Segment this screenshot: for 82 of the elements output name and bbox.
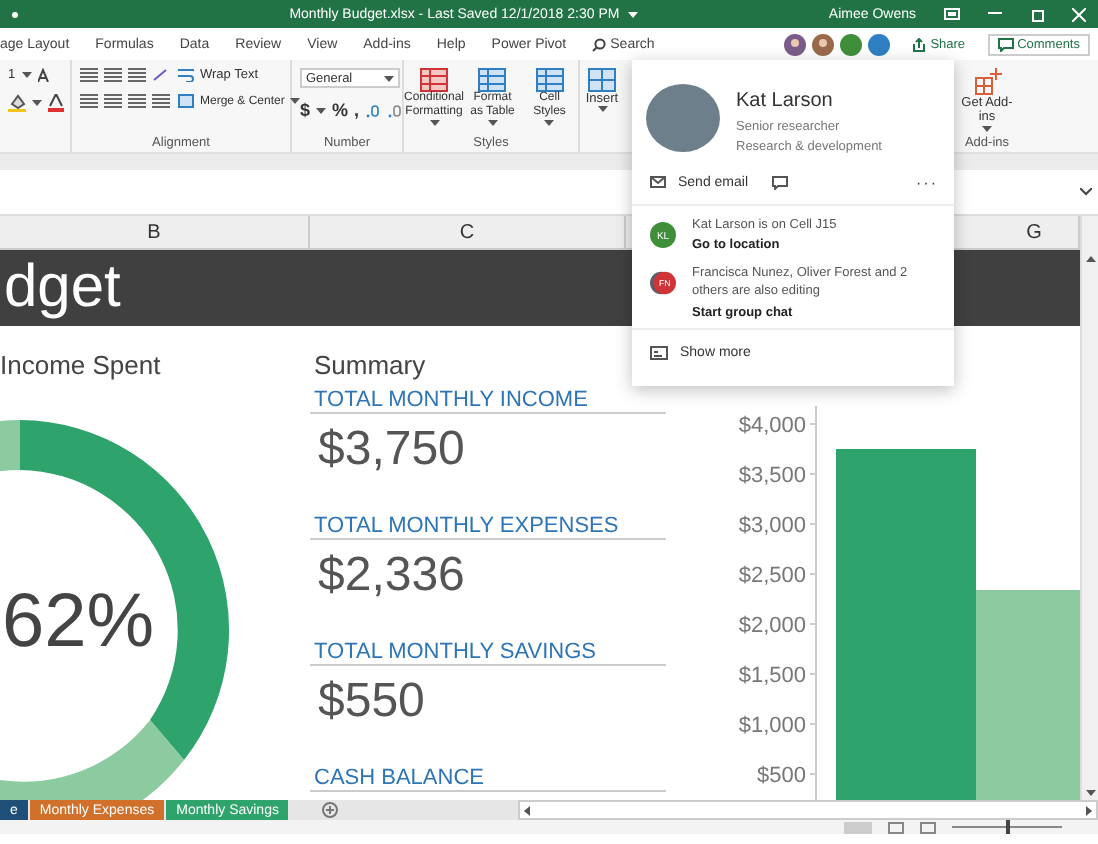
wrap-text-icon [178, 68, 194, 82]
avatar-icon[interactable] [784, 33, 807, 55]
summary-label: CASH BALANCE [310, 766, 666, 792]
chat-icon[interactable] [772, 175, 789, 189]
horizontal-scrollbar[interactable] [518, 800, 1098, 820]
fill-color-icon[interactable] [8, 94, 26, 112]
caret-icon [290, 98, 301, 104]
percent-button[interactable]: % [332, 100, 349, 120]
axis-tick-label: $4,000 [738, 414, 806, 438]
axis-tick-label: $1,500 [738, 664, 806, 688]
caret-icon [32, 100, 42, 106]
conditional-formatting-icon [420, 68, 448, 92]
caret-icon [627, 11, 638, 17]
close-icon[interactable] [1072, 7, 1086, 21]
caret-icon [1085, 790, 1095, 796]
minimize-icon[interactable] [988, 12, 1002, 16]
section-title: Income Spent [0, 350, 161, 380]
axis-tick-label: $1,000 [738, 714, 806, 738]
summary-value: $550 [316, 672, 427, 732]
share-icon [912, 37, 927, 51]
grow-font-icon[interactable] [37, 68, 52, 82]
axis-tick-label: $2,500 [738, 564, 806, 588]
scroll-left-icon[interactable] [524, 805, 530, 815]
insert-icon [588, 68, 616, 92]
scroll-right-icon[interactable] [1086, 805, 1092, 815]
cell-styles-icon [535, 68, 564, 92]
mail-icon [650, 176, 666, 188]
summary-label: TOTAL MONTHLY INCOME [310, 388, 666, 414]
avatar-icon[interactable] [840, 33, 863, 55]
more-button[interactable]: ··· [916, 173, 938, 191]
caret-icon [384, 75, 394, 81]
caret-icon [429, 119, 439, 126]
caret-icon [21, 72, 32, 78]
dot-icon [12, 11, 18, 17]
avatar-icon[interactable] [812, 33, 835, 55]
contact-name: Kat Larson [736, 90, 835, 112]
align-center-icon[interactable] [104, 94, 122, 108]
align-right-icon[interactable] [128, 94, 146, 108]
summary-value: $3,750 [316, 420, 467, 480]
table-icon [478, 68, 507, 92]
contact-card-icon [650, 345, 668, 360]
caret-icon [316, 107, 327, 113]
indent-icon[interactable] [152, 94, 170, 108]
caret-icon [544, 119, 555, 126]
section-title: Summary [314, 350, 426, 380]
axis-tick-label: $500 [757, 764, 806, 788]
column-header[interactable]: B [0, 216, 310, 248]
add-sheet-icon[interactable] [322, 802, 339, 818]
align-left-icon[interactable] [80, 94, 98, 108]
summary-label: TOTAL MONTHLY EXPENSES [310, 514, 666, 540]
restore-icon[interactable] [1030, 7, 1044, 21]
axis-tick-label: $2,000 [738, 614, 806, 638]
scroll-up-icon[interactable] [1085, 256, 1095, 262]
caret-icon [982, 125, 992, 132]
caret-icon [487, 119, 498, 126]
page-layout-icon[interactable] [888, 821, 904, 833]
donut-percentage: 62% [2, 580, 157, 666]
currency-button[interactable]: $ [300, 100, 311, 120]
decrease-decimal-icon[interactable] [387, 103, 404, 117]
comment-icon [997, 37, 1014, 51]
ribbon-display-icon[interactable] [944, 8, 960, 20]
photo-placeholder [646, 84, 720, 152]
align-bottom-icon[interactable] [128, 68, 146, 82]
expand-icon[interactable] [1080, 188, 1092, 196]
page-break-icon[interactable] [920, 821, 936, 833]
summary-label: TOTAL MONTHLY SAVINGS [310, 640, 666, 666]
align-middle-icon[interactable] [104, 68, 122, 82]
axis-tick-label: $3,000 [738, 514, 806, 538]
comma-button[interactable]: , [354, 100, 360, 120]
font-color-icon[interactable] [48, 94, 64, 112]
merge-icon [178, 94, 194, 108]
caret-icon [597, 106, 607, 113]
column-header[interactable]: C [310, 216, 626, 248]
summary-value: $2,336 [316, 546, 467, 606]
search-icon [592, 37, 607, 51]
axis-tick-label: $3,500 [738, 464, 806, 488]
avatar-icon[interactable] [868, 33, 891, 55]
orientation-icon[interactable] [152, 68, 168, 82]
increase-decimal-icon[interactable] [365, 103, 382, 117]
vertical-scrollbar[interactable] [1080, 216, 1098, 800]
add-ins-icon [973, 68, 1001, 96]
align-top-icon[interactable] [80, 68, 98, 82]
